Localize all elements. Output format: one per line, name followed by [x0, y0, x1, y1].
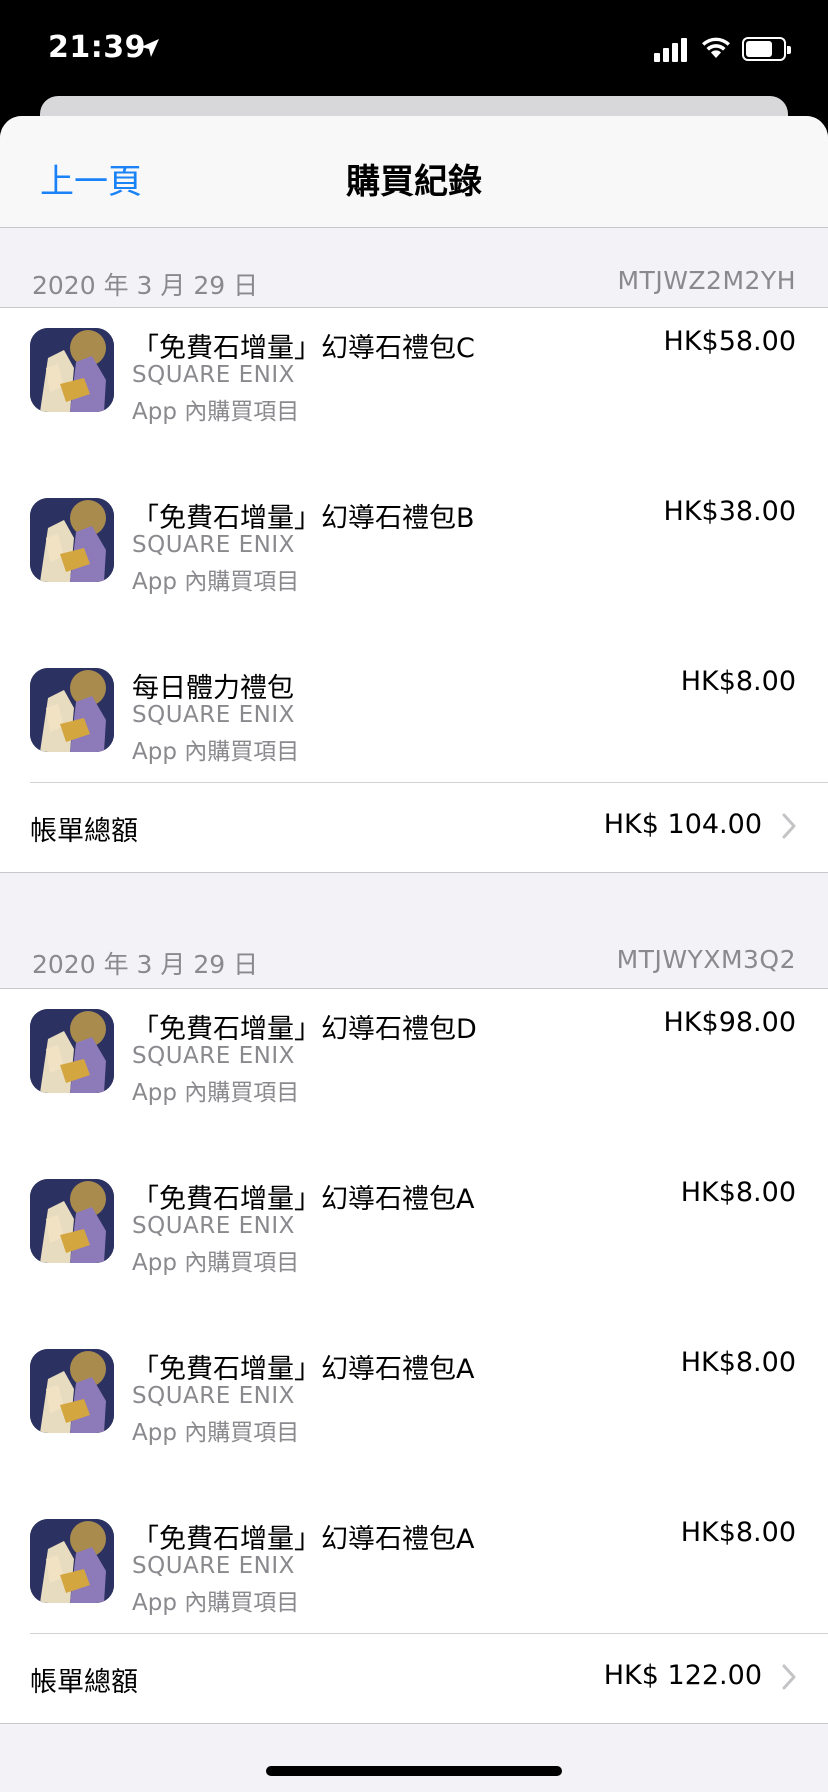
- item-developer: SQUARE ENIX: [132, 1553, 295, 1579]
- app-icon: [30, 1349, 114, 1433]
- item-type: App 內購買項目: [132, 1250, 300, 1276]
- item-type: App 內購買項目: [132, 1590, 300, 1616]
- app-icon: [30, 1179, 114, 1263]
- receipt-group: 「免費石增量」幻導石禮包D SQUARE ENIX App 內購買項目 HK$9…: [0, 989, 828, 1724]
- item-price: HK$58.00: [663, 326, 796, 357]
- item-developer: SQUARE ENIX: [132, 1383, 295, 1409]
- item-developer: SQUARE ENIX: [132, 532, 295, 558]
- receipt-header: 2020 年 3 月 29 日 MTJWZ2M2YH: [0, 228, 828, 308]
- chevron-right-icon: [782, 813, 796, 839]
- item-type: App 內購買項目: [132, 1080, 300, 1106]
- bill-total-amount: HK$ 122.00: [603, 1660, 762, 1691]
- home-indicator[interactable]: [266, 1766, 562, 1776]
- purchase-item[interactable]: 「免費石增量」幻導石禮包C SQUARE ENIX App 內購買項目 HK$5…: [0, 308, 828, 478]
- wifi-icon: [702, 37, 730, 58]
- battery-icon: [742, 37, 791, 61]
- page-title: 購買紀錄: [346, 162, 482, 202]
- app-icon: [30, 668, 114, 752]
- item-developer: SQUARE ENIX: [132, 362, 295, 388]
- item-name: 每日體力禮包: [132, 673, 294, 704]
- item-type: App 內購買項目: [132, 399, 300, 425]
- status-time: 21:39: [48, 30, 146, 65]
- item-name: 「免費石增量」幻導石禮包A: [132, 1354, 475, 1385]
- navigation-bar: 上一頁 購買紀錄: [0, 116, 828, 228]
- app-icon: [30, 498, 114, 582]
- item-price: HK$8.00: [680, 1347, 796, 1378]
- bill-total-row[interactable]: 帳單總額 HK$ 122.00: [30, 1633, 828, 1723]
- purchase-item[interactable]: 「免費石增量」幻導石禮包A SQUARE ENIX App 內購買項目 HK$8…: [0, 1159, 828, 1329]
- purchase-item[interactable]: 「免費石增量」幻導石禮包B SQUARE ENIX App 內購買項目 HK$3…: [0, 478, 828, 648]
- item-name: 「免費石增量」幻導石禮包D: [132, 1014, 477, 1045]
- item-name: 「免費石增量」幻導石禮包A: [132, 1524, 475, 1555]
- receipt-group: 「免費石增量」幻導石禮包C SQUARE ENIX App 內購買項目 HK$5…: [0, 308, 828, 873]
- item-price: HK$8.00: [680, 666, 796, 697]
- item-developer: SQUARE ENIX: [132, 1043, 295, 1069]
- purchase-item[interactable]: 「免費石增量」幻導石禮包A SQUARE ENIX App 內購買項目 HK$8…: [0, 1329, 828, 1499]
- item-developer: SQUARE ENIX: [132, 1213, 295, 1239]
- purchase-item[interactable]: 「免費石增量」幻導石禮包D SQUARE ENIX App 內購買項目 HK$9…: [0, 989, 828, 1159]
- item-name: 「免費石增量」幻導石禮包A: [132, 1184, 475, 1215]
- item-price: HK$8.00: [680, 1177, 796, 1208]
- item-price: HK$8.00: [680, 1517, 796, 1548]
- item-price: HK$98.00: [663, 1007, 796, 1038]
- bill-total-label: 帳單總額: [30, 1667, 138, 1698]
- purchase-history-sheet: 上一頁 購買紀錄 2020 年 3 月 29 日 MTJWZ2M2YH 「免費石…: [0, 116, 828, 1792]
- purchase-item[interactable]: 「免費石增量」幻導石禮包A SQUARE ENIX App 內購買項目 HK$8…: [0, 1499, 828, 1633]
- app-icon: [30, 328, 114, 412]
- cellular-signal-icon: [654, 36, 690, 62]
- item-type: App 內購買項目: [132, 1420, 300, 1446]
- chevron-right-icon: [782, 1664, 796, 1690]
- bill-total-label: 帳單總額: [30, 816, 138, 847]
- receipt-date: 2020 年 3 月 29 日: [32, 950, 259, 979]
- receipt-date: 2020 年 3 月 29 日: [32, 271, 259, 300]
- purchase-item[interactable]: 每日體力禮包 SQUARE ENIX App 內購買項目 HK$8.00: [0, 648, 828, 782]
- location-arrow-icon: [141, 39, 159, 57]
- app-icon: [30, 1519, 114, 1603]
- receipt-order-id: MTJWZ2M2YH: [617, 266, 796, 295]
- item-name: 「免費石增量」幻導石禮包B: [132, 503, 475, 534]
- item-name: 「免費石增量」幻導石禮包C: [132, 333, 475, 364]
- item-price: HK$38.00: [663, 496, 796, 527]
- receipt-order-id: MTJWYXM3Q2: [616, 945, 796, 974]
- receipt-header: 2020 年 3 月 29 日 MTJWYXM3Q2: [0, 873, 828, 989]
- bill-total-row[interactable]: 帳單總額 HK$ 104.00: [30, 782, 828, 872]
- item-developer: SQUARE ENIX: [132, 702, 295, 728]
- item-type: App 內購買項目: [132, 569, 300, 595]
- status-bar: 21:39: [0, 0, 828, 100]
- app-icon: [30, 1009, 114, 1093]
- item-type: App 內購買項目: [132, 739, 300, 765]
- bill-total-amount: HK$ 104.00: [603, 809, 762, 840]
